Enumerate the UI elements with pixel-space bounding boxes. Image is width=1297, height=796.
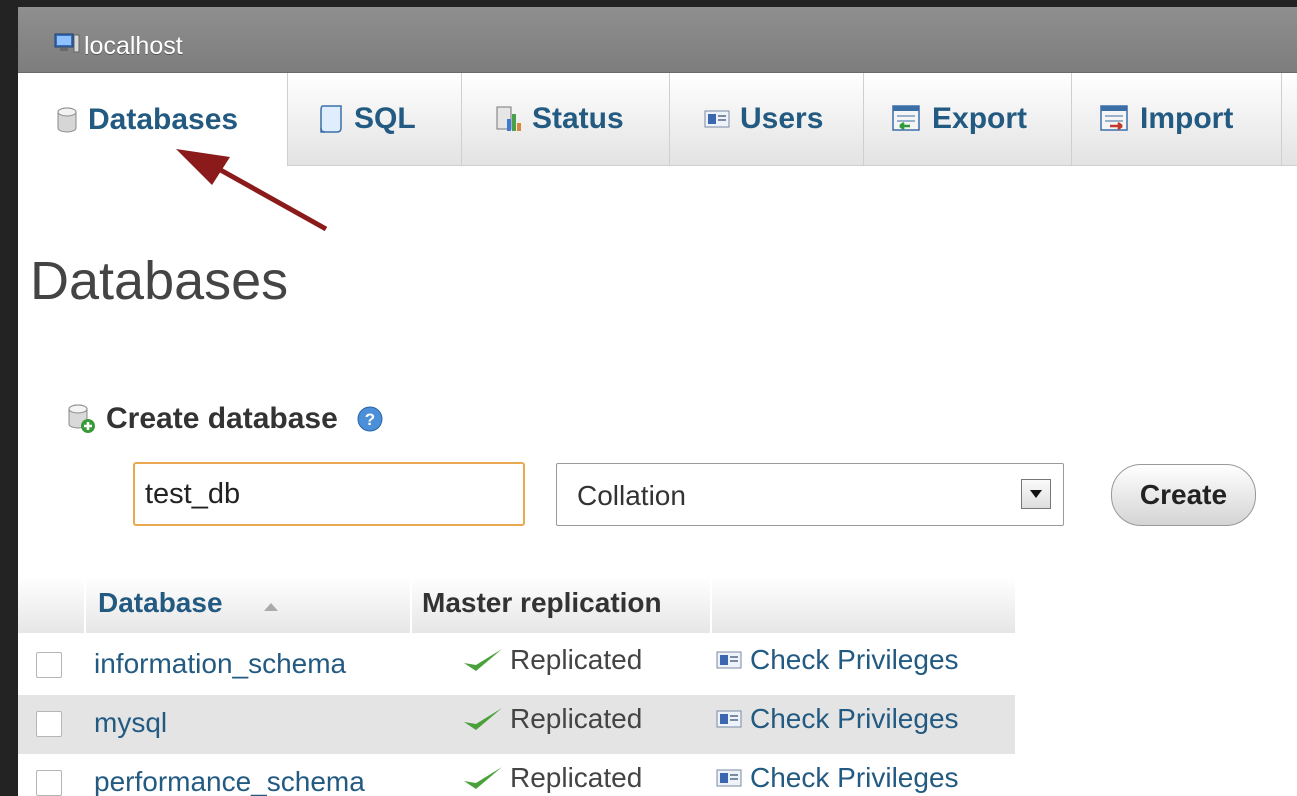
replication-status: Replicated	[462, 644, 642, 676]
tab-label: Users	[740, 102, 824, 135]
database-name-input[interactable]	[133, 462, 525, 526]
users-card-icon	[716, 651, 742, 669]
tab-users[interactable]: Users	[670, 73, 864, 165]
row-checkbox[interactable]	[36, 770, 62, 796]
import-icon	[1100, 105, 1128, 131]
database-name-link[interactable]: performance_schema	[94, 766, 365, 796]
tab-label: SQL	[354, 102, 416, 135]
users-card-icon	[716, 710, 742, 728]
create-button[interactable]: Create	[1111, 464, 1256, 526]
users-card-icon	[716, 769, 742, 787]
replication-status: Replicated	[462, 703, 642, 735]
table-header: Database Master replication	[18, 577, 1015, 633]
replication-label: Replicated	[510, 762, 643, 793]
column-header-database[interactable]: Database	[98, 587, 223, 619]
database-name-link[interactable]: information_schema	[94, 648, 346, 680]
database-add-icon	[68, 404, 95, 433]
tab-export[interactable]: Export	[864, 73, 1072, 165]
tab-label: Status	[532, 102, 624, 135]
row-checkbox[interactable]	[36, 652, 62, 678]
export-icon	[892, 105, 920, 131]
check-privileges-link[interactable]: Check Privileges	[716, 703, 959, 735]
create-database-label: Create database	[106, 402, 338, 435]
sort-ascending-icon[interactable]	[264, 603, 278, 611]
collation-select[interactable]: Collation	[556, 463, 1064, 526]
column-header-master-replication: Master replication	[422, 587, 662, 618]
tab-label: Import	[1140, 102, 1234, 135]
help-icon[interactable]: ?	[356, 405, 384, 433]
check-privileges-label: Check Privileges	[750, 644, 959, 675]
table-row: information_schema Replicated Check Priv…	[18, 636, 1015, 695]
table-row: mysql Replicated Check Privileges	[18, 695, 1015, 754]
sql-scroll-icon	[320, 105, 342, 133]
create-database-heading: Create database ?	[66, 402, 384, 436]
checkmark-icon	[464, 649, 502, 671]
check-privileges-link[interactable]: Check Privileges	[716, 762, 959, 794]
database-icon	[57, 107, 77, 132]
check-privileges-link[interactable]: Check Privileges	[716, 644, 959, 676]
svg-text:?: ?	[365, 410, 375, 429]
annotation-arrow	[176, 149, 328, 232]
status-chart-icon	[496, 106, 521, 131]
checkmark-icon	[464, 767, 502, 789]
replication-status: Replicated	[462, 762, 642, 794]
users-card-icon	[704, 110, 730, 128]
page-title: Databases	[30, 251, 289, 311]
tab-import[interactable]: Import	[1072, 73, 1282, 165]
checkmark-icon	[464, 708, 502, 730]
tab-status[interactable]: Status	[462, 73, 670, 165]
server-icon	[54, 33, 80, 53]
collation-selected-value: Collation	[577, 480, 686, 511]
app-frame: localhost Databases SQL Status Users Exp…	[18, 7, 1297, 796]
server-label[interactable]: localhost	[84, 32, 183, 61]
tab-label: Databases	[88, 102, 239, 136]
tab-label: Export	[932, 102, 1028, 135]
check-privileges-label: Check Privileges	[750, 703, 959, 734]
replication-label: Replicated	[510, 644, 643, 675]
check-privileges-label: Check Privileges	[750, 762, 959, 793]
database-name-link[interactable]: mysql	[94, 707, 167, 739]
dropdown-arrow-icon[interactable]	[1021, 479, 1051, 509]
server-bar: localhost	[18, 7, 1297, 73]
replication-label: Replicated	[510, 703, 643, 734]
table-row: performance_schema Replicated Check Priv…	[18, 754, 1015, 796]
row-checkbox[interactable]	[36, 711, 62, 737]
